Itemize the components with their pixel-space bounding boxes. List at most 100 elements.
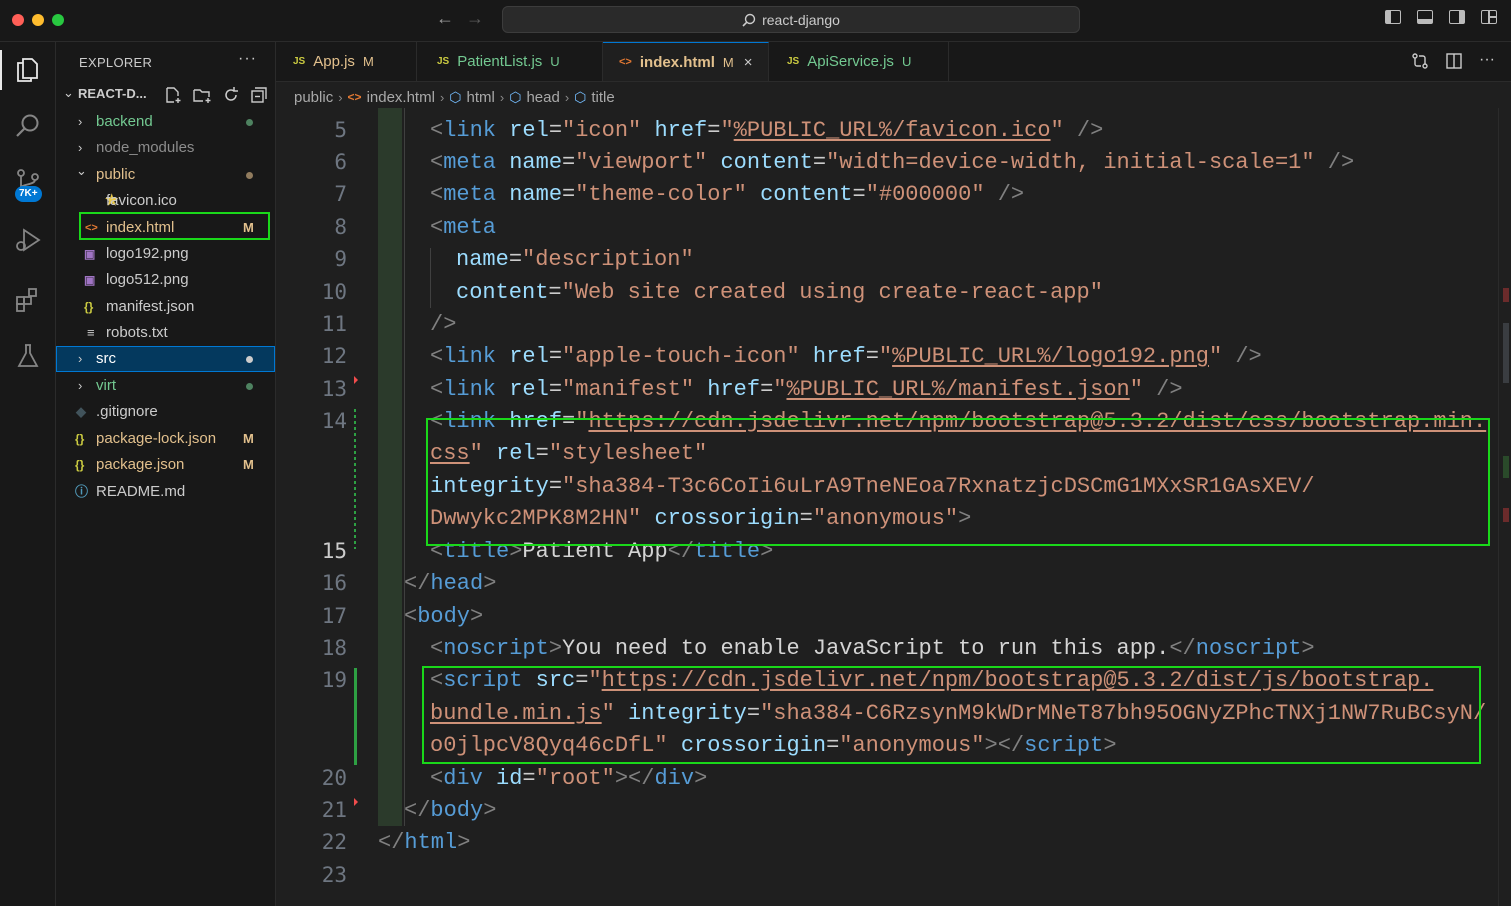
editor-scrollbar[interactable] [1498,108,1511,906]
tree-item-robots[interactable]: ≡ robots.txt [56,320,275,346]
code-line[interactable]: <link rel="apple-touch-icon" href="%PUBL… [430,344,1262,369]
code-line[interactable]: <meta [430,215,496,240]
code-token: title [694,539,761,564]
code-token: < [430,118,444,143]
code-line[interactable]: </html> [378,830,470,855]
code-token: < [430,636,444,661]
breadcrumb-item[interactable]: index.html [367,89,435,106]
code-token: https://cdn.jsdelivr.net/npm/bootstrap@5… [601,668,1434,693]
code-token: bundle.min.js [430,701,602,726]
tab-apiservice-js[interactable]: JS ApiService.js U [769,42,949,81]
tab-patientlist-js[interactable]: JS PatientList.js U [417,42,603,81]
code-line[interactable]: <link href="https://cdn.jsdelivr.net/npm… [430,409,1486,434]
code-line[interactable]: <noscript>You need to enable JavaScript … [430,636,1315,661]
code-token: rel [509,118,549,143]
code-token: /> [1142,377,1183,402]
code-token: < [430,377,444,402]
code-line[interactable]: Dwwykc2MPK8M2HN" crossorigin="anonymous"… [430,506,971,531]
code-line[interactable]: bundle.min.js" integrity="sha384-C6Rzsyn… [430,701,1486,726]
code-line[interactable]: <link rel="icon" href="%PUBLIC_URL%/favi… [430,118,1103,143]
code-token: div [654,766,695,791]
code-token: content [760,182,853,207]
back-arrow-icon[interactable]: ← [436,8,454,29]
code-line[interactable]: <title>Patient App</title> [430,539,773,564]
tree-item-src[interactable]: › src [56,346,275,372]
toggle-panel-icon[interactable] [1417,10,1433,24]
image-icon: ▣ [84,247,96,261]
new-file-icon[interactable] [164,86,182,104]
customize-layout-icon[interactable] [1481,10,1497,24]
chevron-right-icon: › [338,89,343,105]
more-actions-icon[interactable]: ··· [238,50,257,68]
tree-item-favicon[interactable]: ★ favicon.ico [56,188,275,214]
code-line[interactable]: name="description" [456,247,694,272]
code-line[interactable]: <div id="root"></div> [430,766,707,791]
code-token: = [826,733,840,758]
split-editor-icon[interactable] [1445,52,1463,70]
code-editor[interactable]: 5 6 7 8 9 10 11 12 13 14 15 16 17 18 19 20 21 22 23 <link … [276,108,1511,906]
code-line[interactable]: o0jlpcV8Qyq46cDfL" crossorigin="anonymou… [430,733,1117,758]
tree-item-manifest[interactable]: {} manifest.json [56,294,275,320]
code-line[interactable]: </head> [404,571,496,596]
code-token: " [601,701,615,726]
new-folder-icon[interactable] [192,86,212,104]
breadcrumb-item[interactable]: public [294,89,333,106]
code-line[interactable]: <meta name="theme-color" content="#00000… [430,182,1024,207]
command-center-search[interactable]: react-django [502,6,1080,33]
extensions-activity[interactable] [0,276,56,324]
tree-item-virt[interactable]: › virt [56,373,275,399]
code-line[interactable]: <script src="https://cdn.jsdelivr.net/np… [430,668,1433,693]
code-token: name [509,182,563,207]
line-number: 10 [321,280,347,304]
close-window-button[interactable] [12,14,24,26]
close-icon[interactable]: × [744,54,753,71]
js-file-icon: JS [787,56,800,67]
breadcrumb-item[interactable]: title [591,89,614,106]
js-file-icon: JS [293,56,306,67]
tree-item-gitignore[interactable]: ◆ .gitignore [56,399,275,425]
code-line[interactable]: integrity="sha384-T3c6CoIi6uLrA9TneNEoa7… [430,474,1315,499]
code-line[interactable]: css" rel="stylesheet" [430,441,707,466]
code-token: https://cdn.jsdelivr.net/npm/bootstrap@5… [588,409,1487,434]
explorer-activity[interactable] [0,46,56,94]
tree-item-public[interactable]: ⌄ public [56,162,275,188]
breadcrumb-item[interactable]: head [526,89,559,106]
refresh-icon[interactable] [222,86,240,104]
tree-item-readme[interactable]: ⓘ README.md [56,479,275,505]
toggle-primary-sidebar-icon[interactable] [1385,10,1401,24]
code-line[interactable]: <body> [404,604,483,629]
open-changes-icon[interactable] [1411,52,1429,70]
code-token: = [799,506,813,531]
zoom-window-button[interactable] [52,14,64,26]
tab-index-html[interactable]: <> index.html M × [603,42,769,81]
tree-item-logo192[interactable]: ▣ logo192.png [56,241,275,267]
code-line[interactable]: content="Web site created using create-r… [456,280,1103,305]
tree-item-index-html[interactable]: <> index.html M [56,215,275,241]
tree-item-node-modules[interactable]: › node_modules [56,135,275,161]
tree-item-label: .gitignore [96,403,158,420]
breadcrumb-item[interactable]: html [467,89,495,106]
search-activity[interactable] [0,102,56,150]
tree-item-package-lock[interactable]: {} package-lock.json M [56,426,275,452]
testing-activity[interactable] [0,332,56,380]
change-region-decoration [378,108,402,826]
js-file-icon: JS [437,56,450,67]
code-token: < [430,150,444,175]
collapse-all-icon[interactable] [250,86,268,104]
code-line[interactable]: /> [430,312,456,337]
tree-item-package[interactable]: {} package.json M [56,452,275,478]
forward-arrow-icon[interactable]: → [466,8,484,29]
tree-item-logo512[interactable]: ▣ logo512.png [56,267,275,293]
code-line[interactable]: </body> [404,798,496,823]
run-debug-activity[interactable] [0,216,56,264]
code-line[interactable]: <meta name="viewport" content="width=dev… [430,150,1354,175]
more-actions-icon[interactable]: ··· [1479,52,1495,70]
code-line[interactable]: <link rel="manifest" href="%PUBLIC_URL%/… [430,377,1183,402]
toggle-secondary-sidebar-icon[interactable] [1449,10,1465,24]
tab-app-js[interactable]: JS App.js M [276,42,417,81]
tree-item-backend[interactable]: › backend [56,109,275,135]
minimize-window-button[interactable] [32,14,44,26]
source-control-activity[interactable]: 7K+ [0,158,56,206]
